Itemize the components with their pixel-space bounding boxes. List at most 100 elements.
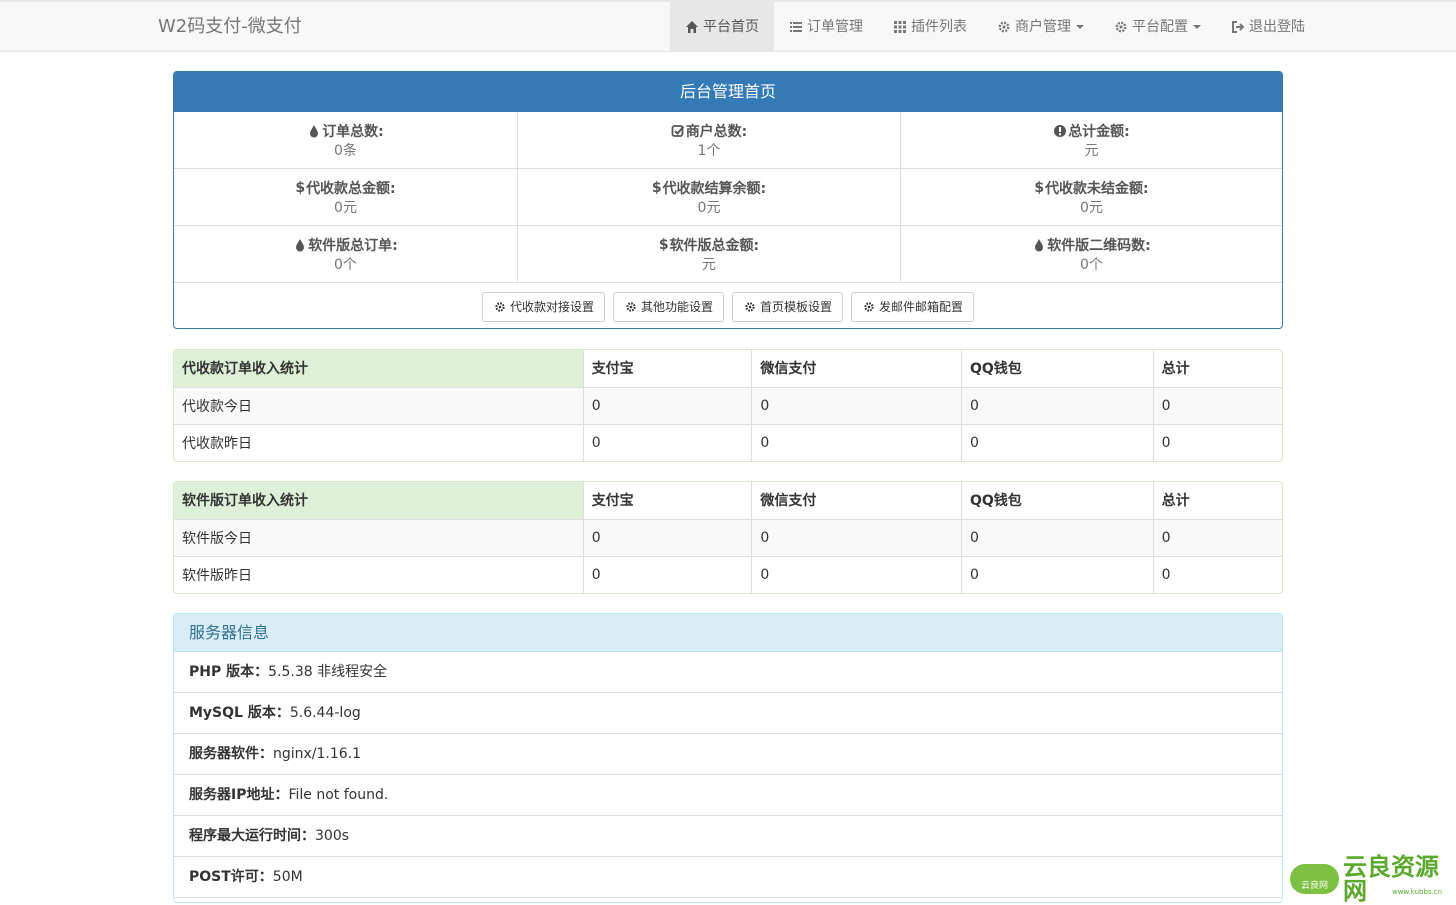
table-header: QQ钱包 xyxy=(961,350,1154,387)
exclamation-circle-icon xyxy=(1053,124,1067,138)
table-header: QQ钱包 xyxy=(961,482,1154,519)
table-cell: 0 xyxy=(961,555,1154,593)
server-info-panel: 服务器信息 PHP 版本：5.5.38 非线程安全 MySQL 版本：5.6.4… xyxy=(173,613,1283,903)
check-square-icon xyxy=(671,124,685,138)
gear-icon xyxy=(624,300,638,314)
table-row: 代收款昨日 0 0 0 0 xyxy=(174,423,1282,461)
table-header: 代收款订单收入统计 xyxy=(174,350,584,387)
button-label: 代收款对接设置 xyxy=(509,300,594,314)
table-cell: 0 xyxy=(1152,423,1282,461)
table-cell: 软件版今日 xyxy=(174,518,584,556)
info-label: 服务器IP地址： xyxy=(189,787,289,803)
stat-collection-total: $ 代收款总金额: 0元 xyxy=(174,169,518,226)
table-header: 总计 xyxy=(1152,350,1282,387)
stat-value: 0条 xyxy=(334,143,357,159)
logout-icon xyxy=(1231,20,1245,34)
table-row: 软件版昨日 0 0 0 0 xyxy=(174,555,1282,593)
nav-home[interactable]: 平台首页 xyxy=(670,2,774,52)
dollar-icon: $ xyxy=(651,180,662,196)
stat-value: 元 xyxy=(702,257,716,273)
table-header: 软件版订单收入统计 xyxy=(174,482,584,519)
info-label: MySQL 版本： xyxy=(189,705,290,721)
stat-value: 0个 xyxy=(1080,257,1103,273)
info-value: nginx/1.16.1 xyxy=(273,746,362,762)
nav-plugins[interactable]: 插件列表 xyxy=(878,2,982,52)
stat-label: 代收款总金额: xyxy=(306,181,396,197)
stat-label: 商户总数: xyxy=(685,124,748,140)
watermark-cloud-text: 云良网 xyxy=(1300,881,1328,891)
stat-value: 元 xyxy=(1084,143,1099,159)
server-info-title: 服务器信息 xyxy=(174,614,1282,652)
table-header-row: 软件版订单收入统计 支付宝 微信支付 QQ钱包 总计 xyxy=(174,482,1282,519)
list-icon xyxy=(789,20,803,34)
nav-orders[interactable]: 订单管理 xyxy=(774,2,878,52)
watermark-url: www.kubbs.cn xyxy=(1392,888,1443,896)
main-nav: 平台首页 订单管理 插件列表 商户管理 平台配置 退出登陆 xyxy=(670,2,1320,52)
table-header: 微信支付 xyxy=(751,482,962,519)
stat-software-orders: 软件版总订单: 0个 xyxy=(174,226,518,283)
stat-total-orders: 订单总数: 0条 xyxy=(174,112,518,169)
stat-label: 订单总数: xyxy=(322,124,384,140)
dollar-icon: $ xyxy=(1034,180,1045,196)
table-cell: 0 xyxy=(1152,386,1282,424)
info-value: File not found. xyxy=(288,787,389,803)
home-icon xyxy=(685,20,699,34)
collection-settings-button[interactable]: 代收款对接设置 xyxy=(481,291,605,322)
nav-orders-label: 订单管理 xyxy=(807,19,863,35)
email-config-button[interactable]: 发邮件邮箱配置 xyxy=(851,291,975,322)
stat-label: 软件版二维码数: xyxy=(1047,238,1151,254)
table-cell: 0 xyxy=(582,423,752,461)
dollar-icon: $ xyxy=(295,180,306,196)
dollar-icon: $ xyxy=(658,237,669,253)
table-cell: 0 xyxy=(751,423,962,461)
info-label: POST许可： xyxy=(189,869,273,885)
table-cell: 0 xyxy=(961,518,1154,556)
software-income-table: 软件版订单收入统计 支付宝 微信支付 QQ钱包 总计 软件版今日 0 0 0 0… xyxy=(173,481,1283,594)
button-label: 其他功能设置 xyxy=(640,300,713,314)
table-row: 代收款今日 0 0 0 0 xyxy=(174,386,1282,424)
stat-total-amount: 总计金额: 元 xyxy=(901,112,1282,169)
collection-income-table: 代收款订单收入统计 支付宝 微信支付 QQ钱包 总计 代收款今日 0 0 0 0… xyxy=(173,349,1283,462)
info-label: PHP 版本： xyxy=(189,664,269,680)
brand-title[interactable]: W2码支付-微支付 xyxy=(158,2,302,52)
table-header-row: 代收款订单收入统计 支付宝 微信支付 QQ钱包 总计 xyxy=(174,350,1282,387)
stat-label: 软件版总金额: xyxy=(669,238,760,254)
nav-platform-config-label: 平台配置 xyxy=(1132,19,1188,35)
table-header: 总计 xyxy=(1152,482,1282,519)
table-cell: 0 xyxy=(1152,555,1282,593)
info-row-server-software: 服务器软件：nginx/1.16.1 xyxy=(174,734,1282,775)
table-cell: 代收款今日 xyxy=(174,386,584,424)
table-cell: 0 xyxy=(582,555,752,593)
homepage-template-button[interactable]: 首页模板设置 xyxy=(732,291,844,322)
stat-label: 代收款未结金额: xyxy=(1045,181,1149,197)
nav-platform-config[interactable]: 平台配置 xyxy=(1099,2,1216,52)
stat-label: 软件版总订单: xyxy=(308,238,398,254)
info-label: 服务器软件： xyxy=(189,746,273,762)
table-cell: 0 xyxy=(751,518,962,556)
stat-value: 0个 xyxy=(334,257,357,273)
gear-icon xyxy=(493,300,507,314)
table-cell: 0 xyxy=(582,518,752,556)
other-settings-button[interactable]: 其他功能设置 xyxy=(612,291,724,322)
info-row-max-exec-time: 程序最大运行时间：300s xyxy=(174,816,1282,857)
stat-value: 1个 xyxy=(697,143,721,159)
stat-software-amount: $ 软件版总金额: 元 xyxy=(518,226,901,283)
stat-software-qrcodes: 软件版二维码数: 0个 xyxy=(901,226,1282,283)
tint-icon xyxy=(1032,238,1046,252)
info-row-php: PHP 版本：5.5.38 非线程安全 xyxy=(174,652,1282,693)
table-cell: 0 xyxy=(961,423,1154,461)
info-row-post-limit: POST许可：50M xyxy=(174,857,1282,898)
info-value: 5.5.38 非线程安全 xyxy=(268,664,388,680)
table-header: 微信支付 xyxy=(751,350,962,387)
top-navbar: W2码支付-微支付 平台首页 订单管理 插件列表 商户管理 平台配置 退出登陆 xyxy=(0,0,1456,52)
nav-home-label: 平台首页 xyxy=(703,19,759,35)
stat-total-merchants: 商户总数: 1个 xyxy=(518,112,901,169)
stat-value: 0元 xyxy=(1080,200,1103,216)
nav-merchants[interactable]: 商户管理 xyxy=(982,2,1099,52)
dashboard-title: 后台管理首页 xyxy=(174,72,1282,112)
gear-icon xyxy=(997,20,1011,34)
nav-logout[interactable]: 退出登陆 xyxy=(1216,2,1320,52)
gear-icon xyxy=(1114,20,1128,34)
table-cell: 0 xyxy=(751,386,962,424)
button-label: 首页模板设置 xyxy=(760,300,833,314)
